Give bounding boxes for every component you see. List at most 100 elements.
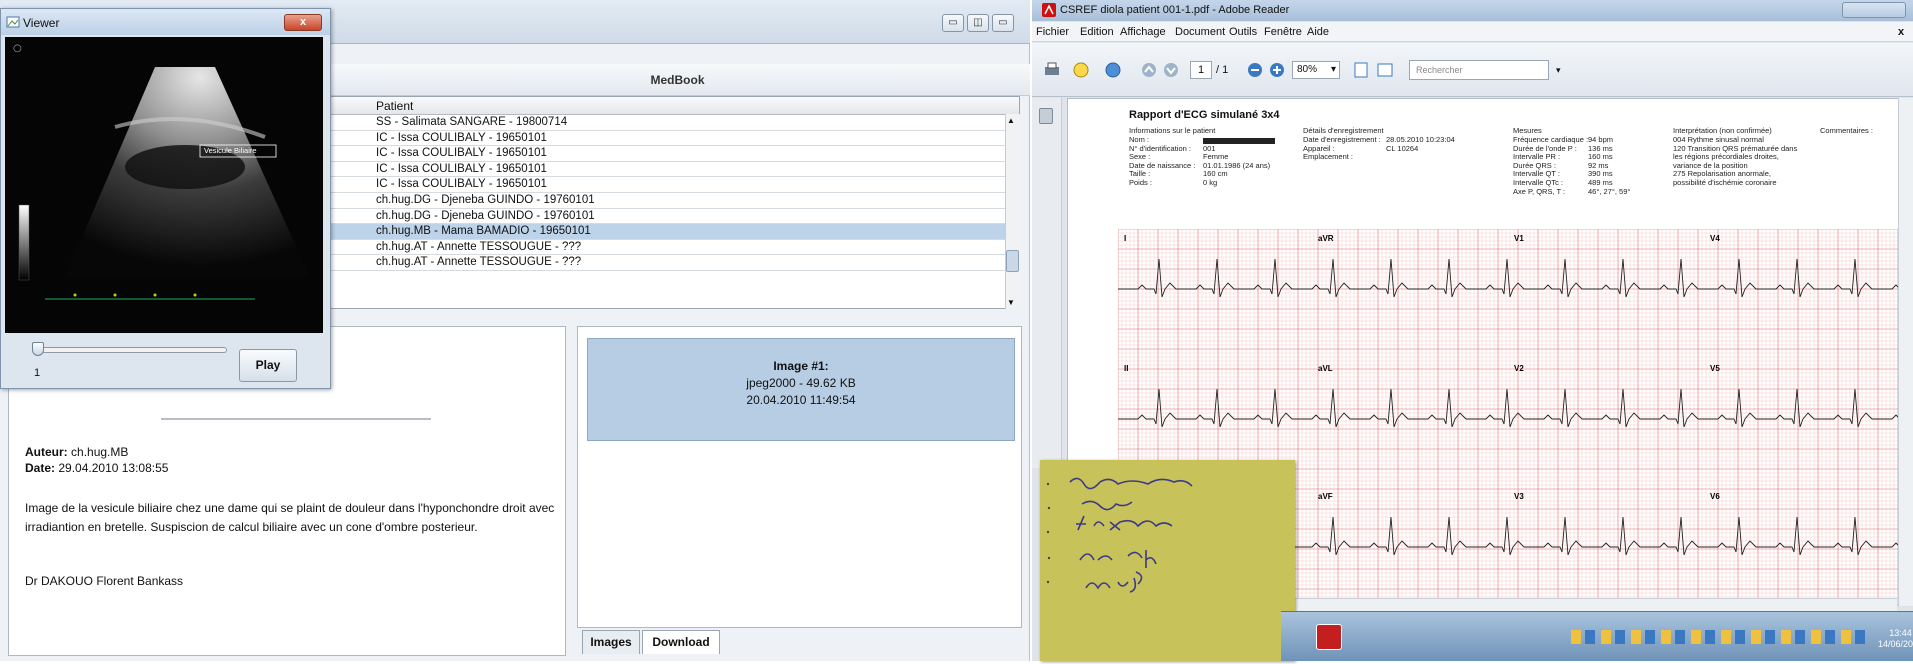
tab-download[interactable]: Download: [642, 630, 720, 654]
adobe-reader-icon: [1042, 3, 1056, 17]
close-button[interactable]: ▭: [992, 14, 1014, 32]
fit-page-icon[interactable]: [1352, 61, 1370, 79]
pages-panel-icon[interactable]: [1039, 108, 1053, 124]
annotation-label: Vesicule Biliaire: [204, 146, 257, 155]
menu-fichier[interactable]: Fichier: [1036, 26, 1069, 38]
table-row[interactable]: SS - Salimata SANGARE - 19800714: [326, 115, 1019, 131]
row-label: ch.hug.DG - Djeneba GUINDO - 19760101: [376, 209, 595, 222]
page-up-icon[interactable]: [1140, 61, 1158, 79]
image-format: jpeg2000 - 49.62 KB: [746, 376, 856, 390]
row-label: IC - Issa COULIBALY - 19650101: [376, 147, 547, 160]
author-value: ch.hug.MB: [71, 445, 129, 459]
viewer-title: Viewer: [23, 16, 60, 30]
table-row[interactable]: ch.hug.AT - Annette TESSOUGUE - ???: [326, 240, 1019, 256]
viewer-close-button[interactable]: x: [284, 14, 322, 31]
globe-icon[interactable]: [1104, 61, 1128, 79]
table-row[interactable]: IC - Issa COULIBALY - 19650101: [326, 162, 1019, 178]
table-row[interactable]: ch.hug.DG - Djeneba GUINDO - 19760101: [326, 193, 1019, 209]
measure-value: 46°, 27°, 59°: [1588, 186, 1631, 196]
pdf-vertical-scrollbar[interactable]: [1898, 98, 1913, 606]
ecg-lead-label: V3: [1514, 492, 1524, 501]
recording-field-label: Emplacement :: [1303, 152, 1354, 162]
play-button[interactable]: Play: [239, 349, 297, 382]
windows-taskbar: [1281, 611, 1913, 661]
date-label: Date:: [25, 461, 56, 475]
table-scroll-thumb[interactable]: [1006, 250, 1019, 272]
scroll-down-arrow-icon[interactable]: ▼: [1007, 298, 1015, 307]
menu-edition[interactable]: Edition: [1080, 26, 1114, 38]
row-label: ch.hug.AT - Annette TESSOUGUE - ???: [376, 240, 582, 253]
patient-table[interactable]: Patient SS - Salimata SANGARE - 19800714…: [325, 96, 1020, 309]
reader-window-controls[interactable]: [1842, 2, 1906, 18]
patient-field-label: Poids :: [1129, 178, 1152, 187]
page-down-icon[interactable]: [1162, 61, 1180, 79]
close-document-icon[interactable]: x: [1898, 26, 1904, 38]
zoom-select[interactable]: 80% ▾: [1292, 61, 1340, 79]
taskbar-clock[interactable]: 13:44 14/06/2010: [1878, 628, 1913, 650]
ecg-lead-label: V1: [1514, 234, 1524, 243]
page-number-input[interactable]: 1: [1190, 61, 1212, 79]
description-text: Image de la vesicule biliaire chez une d…: [25, 501, 555, 534]
zoom-out-icon[interactable]: [1246, 61, 1264, 79]
app-title: MedBook: [650, 73, 705, 87]
row-label: SS - Salimata SANGARE - 19800714: [376, 116, 568, 128]
row-label: ch.hug.MB - Mama BAMADIO - 19650101: [376, 225, 591, 238]
ecg-lead-label: aVF: [1318, 492, 1333, 501]
reader-toolbar: 1 / 1 80% ▾ Rechercher ▾: [1032, 43, 1913, 97]
clock-date: 14/06/2010: [1878, 639, 1913, 649]
maximize-button[interactable]: ◫: [967, 14, 989, 32]
menu-fenetre[interactable]: Fenêtre: [1264, 26, 1302, 38]
print-icon[interactable]: [1042, 61, 1062, 79]
row-label: ch.hug.DG - Djeneba GUINDO - 19760101: [376, 193, 595, 206]
row-label: IC - Issa COULIBALY - 19650101: [376, 131, 547, 144]
recording-field-value: CL 10264: [1386, 143, 1419, 153]
reader-titlebar[interactable]: CSREF diola patient 001-1.pdf - Adobe Re…: [1032, 0, 1913, 21]
search-input[interactable]: Rechercher: [1409, 60, 1549, 80]
comment-icon[interactable]: [1072, 61, 1096, 79]
menu-document[interactable]: Document: [1175, 26, 1225, 38]
menu-aide[interactable]: Aide: [1307, 26, 1329, 38]
chevron-down-icon: ▾: [1330, 64, 1336, 75]
tab-images[interactable]: Images: [582, 630, 640, 654]
menu-affichage[interactable]: Affichage: [1120, 26, 1166, 38]
table-scrollbar[interactable]: ▲ ▼: [1005, 114, 1020, 309]
image-panel: Image #1: jpeg2000 - 49.62 KB 20.04.2010…: [577, 326, 1022, 628]
viewer-titlebar[interactable]: Viewer x: [1, 9, 330, 35]
minimize-button[interactable]: ▭: [942, 14, 964, 32]
page-total: / 1: [1216, 64, 1229, 76]
tray-icons[interactable]: [1571, 630, 1871, 644]
menu-outils[interactable]: Outils: [1229, 26, 1257, 38]
image-title: Image #1:: [773, 359, 829, 373]
acrobat-taskbar-icon[interactable]: [1316, 624, 1342, 650]
image-card[interactable]: Image #1: jpeg2000 - 49.62 KB 20.04.2010…: [587, 338, 1015, 441]
ecg-lead-label: I: [1124, 234, 1126, 243]
table-row[interactable]: ch.hug.DG - Djeneba GUINDO - 19760101: [326, 209, 1019, 225]
column-header-patient[interactable]: Patient: [376, 99, 413, 113]
redacted-name: [1203, 138, 1275, 144]
table-row[interactable]: ch.hug.AT - Annette TESSOUGUE - ???: [326, 255, 1019, 271]
date-value: 29.04.2010 13:08:55: [58, 461, 169, 475]
report-title: Rapport d'ECG simulané 3x4: [1129, 109, 1280, 121]
table-header[interactable]: Patient: [326, 97, 1019, 115]
ecg-lead-label: aVR: [1318, 234, 1334, 243]
ecg-lead-label: V5: [1710, 364, 1720, 373]
table-row[interactable]: IC - Issa COULIBALY - 19650101: [326, 146, 1019, 162]
fit-width-icon[interactable]: [1376, 61, 1394, 79]
doctor-signature: Dr DAKOUO Florent Bankass: [25, 574, 184, 588]
scroll-up-arrow-icon[interactable]: ▲: [1007, 116, 1015, 125]
handwritten-note: [1040, 460, 1295, 661]
frame-slider-knob[interactable]: [32, 342, 44, 356]
table-row-selected[interactable]: ch.hug.MB - Mama BAMADIO - 19650101: [326, 224, 1019, 240]
search-chevron-icon[interactable]: ▾: [1556, 65, 1561, 76]
table-row[interactable]: IC - Issa COULIBALY - 19650101: [326, 131, 1019, 147]
row-label: IC - Issa COULIBALY - 19650101: [376, 162, 547, 175]
zoom-in-icon[interactable]: [1268, 61, 1286, 79]
handwriting-scribble: [1046, 477, 1193, 593]
frame-slider[interactable]: [37, 347, 227, 353]
clock-time: 13:44: [1889, 628, 1912, 638]
viewer-app-icon: [6, 16, 20, 28]
interpretation-line: possibilité d'ischémie coronaire: [1673, 178, 1777, 187]
frame-value: 1: [34, 367, 41, 379]
table-row[interactable]: IC - Issa COULIBALY - 19650101: [326, 177, 1019, 193]
ultrasound-image[interactable]: ○ Vesicule Biliaire: [5, 37, 323, 333]
